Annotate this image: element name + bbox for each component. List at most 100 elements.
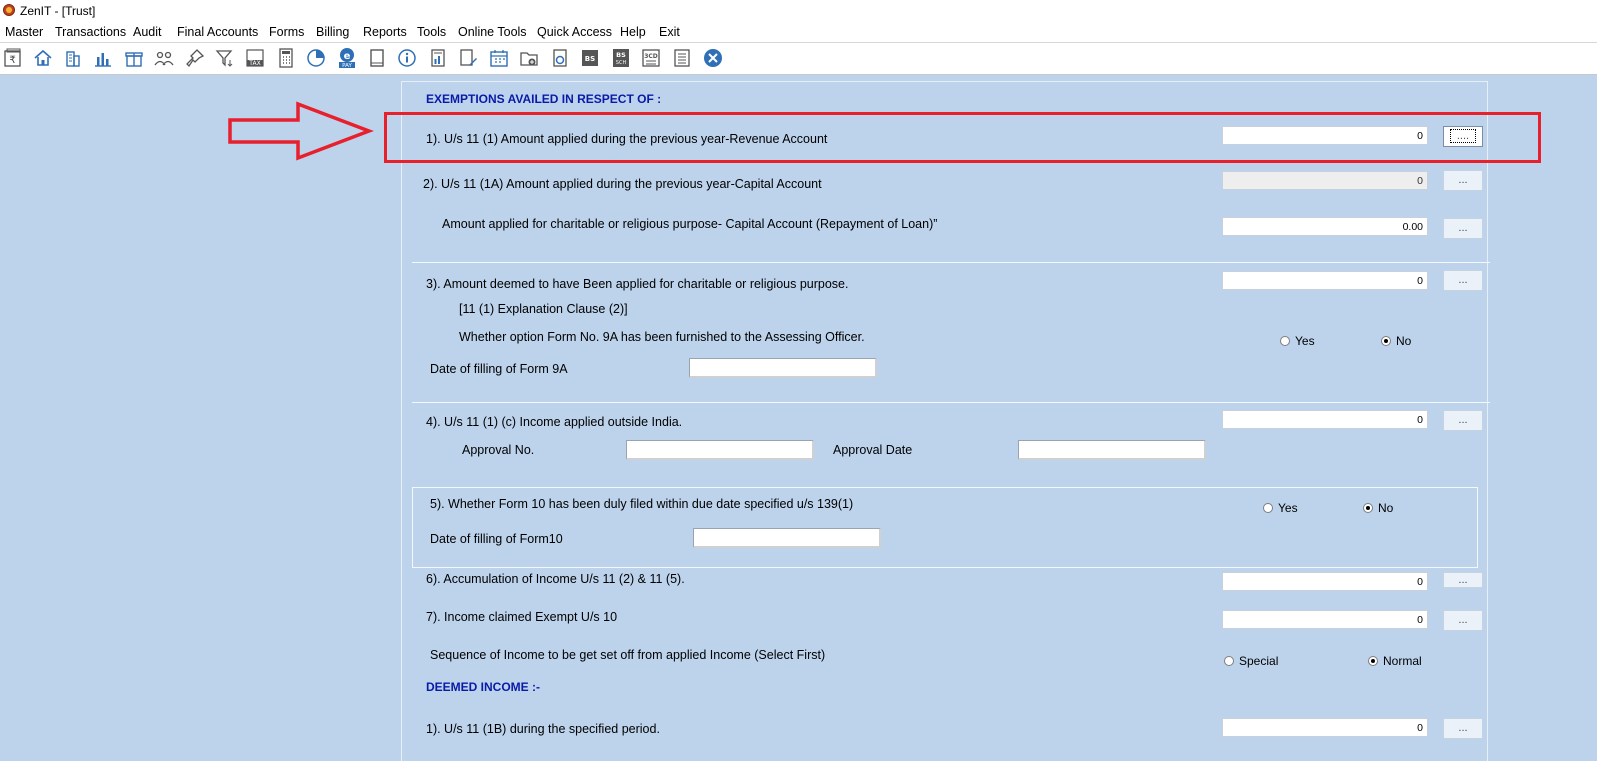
item6-amount-input[interactable]	[1222, 572, 1428, 591]
bs-icon[interactable]: BS	[579, 47, 601, 69]
register-icon[interactable]	[671, 47, 693, 69]
approval-date-label: Approval Date	[833, 443, 913, 457]
radio-label: Special	[1239, 654, 1279, 668]
approval-date-input[interactable]	[1018, 440, 1206, 460]
item6-label: 6). Accumulation of Income U/s 11 (2) & …	[426, 572, 685, 586]
sequence-label: Sequence of Income to be get set off fro…	[430, 648, 826, 662]
form10-date-label: Date of filling of Form10	[430, 532, 563, 546]
menu-transactions[interactable]: Transactions	[55, 25, 126, 39]
close-circle-icon[interactable]	[702, 47, 724, 69]
refresh-document-icon[interactable]	[549, 47, 571, 69]
deemed1-label: 1). U/s 11 (1B) during the specified per…	[426, 722, 660, 736]
annotation-arrow-icon	[228, 101, 374, 161]
item3-amount-input[interactable]	[1222, 271, 1428, 290]
radio-label: No	[1396, 334, 1412, 348]
bs-schedule-icon[interactable]: BS SCH	[610, 47, 632, 69]
filter-icon[interactable]	[214, 47, 236, 69]
item3-details-button[interactable]: ...	[1443, 270, 1483, 291]
users-icon[interactable]	[153, 47, 175, 69]
deemed1-amount-input[interactable]	[1222, 718, 1428, 737]
item2b-label: Amount applied for charitable or religio…	[442, 217, 938, 231]
form9a-date-label: Date of filling of Form 9A	[430, 362, 568, 376]
toolbar: ₹ TAX e PAY BS BS SCH 3CD	[0, 43, 1597, 75]
bar-chart-icon[interactable]	[92, 47, 114, 69]
exemptions-heading: EXEMPTIONS AVAILED IN RESPECT OF :	[426, 92, 662, 106]
radio-dot-selected	[1381, 336, 1391, 346]
item2b-details-button[interactable]: ...	[1443, 218, 1483, 239]
tax-icon[interactable]: TAX	[244, 47, 266, 69]
menu-help[interactable]: Help	[620, 25, 646, 39]
calendar-icon[interactable]	[488, 47, 510, 69]
menu-tools[interactable]: Tools	[417, 25, 446, 39]
bs-sch-label: BS	[616, 51, 626, 59]
radio-label: No	[1378, 501, 1394, 515]
separator	[412, 402, 1490, 403]
pin-icon[interactable]	[184, 47, 206, 69]
home-icon[interactable]	[32, 47, 54, 69]
item4-label: 4). U/s 11 (1) (c) Income applied outsid…	[426, 415, 683, 429]
item2-details-button[interactable]: ...	[1443, 170, 1483, 191]
radio-dot-selected	[1368, 656, 1378, 666]
menu-exit[interactable]: Exit	[659, 25, 680, 39]
menu-quick-access[interactable]: Quick Access	[537, 25, 612, 39]
edit-document-icon[interactable]	[457, 47, 479, 69]
radio-label: Normal	[1383, 654, 1422, 668]
building-icon[interactable]	[62, 47, 84, 69]
menu-bar: Master Transactions Audit Final Accounts…	[0, 22, 1597, 43]
radio-dot	[1263, 503, 1273, 513]
approval-no-input[interactable]	[626, 440, 814, 460]
sequence-special-radio[interactable]: Special	[1224, 654, 1278, 668]
item3-label: 3). Amount deemed to have Been applied f…	[426, 277, 849, 291]
separator	[412, 262, 1490, 263]
sequence-normal-radio[interactable]: Normal	[1368, 654, 1422, 668]
rupee-book-icon[interactable]: ₹	[2, 47, 24, 69]
svg-text:₹: ₹	[9, 55, 15, 66]
info-icon[interactable]	[396, 47, 418, 69]
folder-add-icon[interactable]	[518, 47, 540, 69]
menu-final-accounts[interactable]: Final Accounts	[177, 25, 258, 39]
epay-icon[interactable]: e PAY	[336, 47, 358, 69]
deemed1-details-button[interactable]: ...	[1443, 718, 1483, 739]
menu-forms[interactable]: Forms	[269, 25, 304, 39]
item3-sub-label: [11 (1) Explanation Clause (2)]	[459, 302, 628, 316]
3cd-icon[interactable]: 3CD	[640, 47, 662, 69]
title-bar: ZenIT - [Trust]	[0, 0, 1597, 22]
form10-date-input[interactable]	[693, 528, 881, 548]
book-icon[interactable]	[366, 47, 388, 69]
item4-details-button[interactable]: ...	[1443, 410, 1483, 431]
calculator-icon[interactable]	[275, 47, 297, 69]
item7-details-button[interactable]: ...	[1443, 610, 1483, 631]
e-label: e	[344, 51, 351, 62]
item2-amount-input[interactable]	[1222, 171, 1428, 190]
form10-yes-radio[interactable]: Yes	[1263, 501, 1298, 515]
window-title: ZenIT - [Trust]	[20, 4, 96, 18]
form9a-date-input[interactable]	[689, 358, 877, 378]
menu-reports[interactable]: Reports	[363, 25, 407, 39]
report-icon[interactable]	[427, 47, 449, 69]
radio-dot	[1280, 336, 1290, 346]
item2b-amount-input[interactable]	[1222, 217, 1428, 236]
menu-master[interactable]: Master	[5, 25, 43, 39]
bs-label: BS	[585, 55, 595, 63]
deemed-income-heading: DEEMED INCOME :-	[426, 680, 540, 694]
menu-billing[interactable]: Billing	[316, 25, 349, 39]
app-logo-icon	[3, 4, 15, 16]
item3-question: Whether option Form No. 9A has been furn…	[459, 330, 865, 344]
gift-icon[interactable]	[123, 47, 145, 69]
item6-details-button[interactable]: ...	[1443, 572, 1483, 588]
form9a-yes-radio[interactable]: Yes	[1280, 334, 1315, 348]
annotation-highlight-box	[384, 112, 1541, 163]
form9a-no-radio[interactable]: No	[1381, 334, 1411, 348]
radio-dot-selected	[1363, 503, 1373, 513]
radio-label: Yes	[1295, 334, 1315, 348]
item4-amount-input[interactable]	[1222, 410, 1428, 429]
pie-chart-icon[interactable]	[305, 47, 327, 69]
radio-label: Yes	[1278, 501, 1298, 515]
menu-online-tools[interactable]: Online Tools	[458, 25, 527, 39]
form10-no-radio[interactable]: No	[1363, 501, 1393, 515]
approval-no-label: Approval No.	[462, 443, 535, 457]
sch-label: SCH	[616, 60, 627, 66]
item7-label: 7). Income claimed Exempt U/s 10	[426, 610, 618, 624]
item7-amount-input[interactable]	[1222, 610, 1428, 629]
menu-audit[interactable]: Audit	[133, 25, 162, 39]
